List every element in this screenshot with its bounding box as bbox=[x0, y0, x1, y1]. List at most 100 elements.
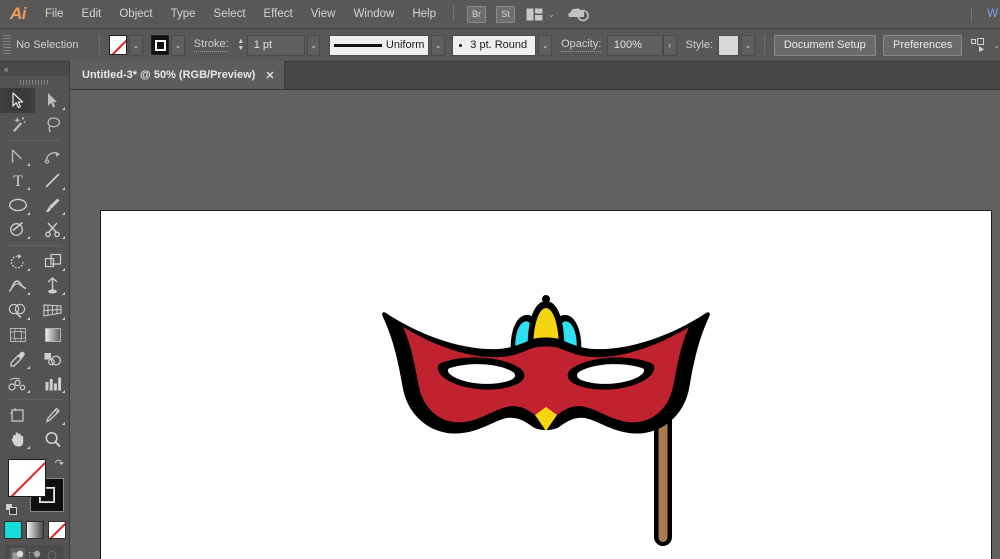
preferences-button[interactable]: Preferences bbox=[883, 35, 962, 56]
tool-menu-indicator-icon bbox=[27, 446, 30, 449]
line-segment-tool[interactable] bbox=[35, 169, 70, 194]
rotate-tool[interactable] bbox=[0, 249, 35, 274]
stroke-weight-stepper[interactable]: ▲▼ bbox=[236, 35, 246, 56]
eyedropper-tool[interactable] bbox=[0, 347, 35, 372]
tool-group-draw: T bbox=[0, 144, 69, 242]
bridge-button[interactable]: Br bbox=[467, 6, 486, 23]
menu-effect[interactable]: Effect bbox=[255, 0, 302, 29]
paintbrush-tool[interactable] bbox=[35, 193, 70, 218]
opacity-options-arrow-icon[interactable]: › bbox=[663, 35, 677, 56]
default-fill-stroke-icon[interactable] bbox=[5, 503, 18, 516]
color-button[interactable] bbox=[4, 521, 22, 539]
blend-tool[interactable] bbox=[35, 347, 70, 372]
ellipse-tool[interactable] bbox=[0, 193, 35, 218]
shape-builder-tool[interactable] bbox=[0, 298, 35, 323]
free-transform-tool[interactable] bbox=[35, 274, 70, 299]
control-bar-grip[interactable] bbox=[3, 35, 11, 55]
perspective-grid-tool[interactable] bbox=[35, 298, 70, 323]
menu-select[interactable]: Select bbox=[205, 0, 255, 29]
document-tab-bar: Untitled-3* @ 50% (RGB/Preview) ✕ bbox=[70, 62, 1000, 90]
artboard-tool[interactable] bbox=[0, 403, 35, 428]
gradient-tool[interactable] bbox=[35, 323, 70, 348]
stroke-profile-label: Uniform bbox=[386, 39, 425, 51]
stroke-profile-select[interactable]: Uniform bbox=[329, 35, 429, 56]
swap-fill-stroke-icon[interactable]: ↷ bbox=[55, 457, 64, 470]
menu-view[interactable]: View bbox=[302, 0, 345, 29]
chevron-down-icon[interactable]: ⌄ bbox=[548, 10, 555, 19]
tools-panel-collapse-button[interactable]: « bbox=[0, 62, 69, 76]
stock-button[interactable]: St bbox=[496, 6, 515, 23]
gradient-button[interactable] bbox=[26, 521, 44, 539]
stroke-profile-chevron-icon[interactable]: ⌄ bbox=[431, 35, 445, 56]
draw-inside-button[interactable] bbox=[44, 548, 59, 559]
brush-definition-chevron-icon[interactable]: ⌄ bbox=[538, 35, 552, 56]
shaper-tool[interactable] bbox=[0, 218, 35, 243]
menu-help[interactable]: Help bbox=[403, 0, 445, 29]
carnival-mask-on-stick-artwork[interactable] bbox=[381, 291, 711, 559]
artboard[interactable] bbox=[100, 210, 992, 559]
curvature-tool[interactable] bbox=[35, 144, 70, 169]
draw-normal-button[interactable] bbox=[10, 548, 25, 559]
control-bar: No Selection ⌄ ⌄ Stroke: ▲▼ 1 pt ⌄ Unifo… bbox=[0, 29, 1000, 62]
tool-divider-1 bbox=[8, 140, 61, 141]
style-chevron-icon[interactable]: ⌄ bbox=[741, 35, 755, 56]
double-chevron-left-icon: « bbox=[4, 65, 7, 74]
tool-group-navigation bbox=[0, 403, 69, 452]
scissors-tool[interactable] bbox=[35, 218, 70, 243]
tool-menu-indicator-icon bbox=[62, 292, 65, 295]
tool-menu-indicator-icon bbox=[62, 212, 65, 215]
pen-tool[interactable] bbox=[0, 144, 35, 169]
graphic-style-swatch[interactable] bbox=[718, 35, 739, 56]
workspace-switcher-icon[interactable]: ⌄ bbox=[526, 8, 555, 21]
brush-definition-label: 3 pt. Round bbox=[470, 39, 527, 51]
opacity-field[interactable]: 100% bbox=[607, 35, 663, 56]
menu-bar: Ai File Edit Object Type Select Effect V… bbox=[0, 0, 1000, 29]
fill-color-swatch[interactable] bbox=[109, 35, 127, 55]
tool-menu-indicator-icon bbox=[27, 268, 30, 271]
fill-stroke-indicator: ↷ bbox=[0, 456, 69, 518]
menu-file[interactable]: File bbox=[36, 0, 73, 29]
canvas-area[interactable] bbox=[70, 90, 1000, 559]
opacity-label: Opacity: bbox=[561, 38, 601, 52]
close-icon[interactable]: ✕ bbox=[265, 69, 274, 82]
tool-menu-indicator-icon bbox=[27, 390, 30, 393]
drawing-mode-buttons bbox=[6, 545, 63, 559]
magic-wand-tool[interactable] bbox=[0, 113, 35, 138]
scale-tool[interactable] bbox=[35, 249, 70, 274]
brush-definition-select[interactable]: 3 pt. Round bbox=[452, 35, 536, 56]
menu-type[interactable]: Type bbox=[162, 0, 205, 29]
stroke-weight-chevron-icon[interactable]: ⌄ bbox=[307, 35, 321, 56]
edge-panel-label[interactable]: W bbox=[987, 0, 998, 29]
fill-swatch-large[interactable] bbox=[8, 459, 46, 497]
tool-divider-2 bbox=[8, 245, 61, 246]
align-chevron-down-icon[interactable]: ⌄ bbox=[993, 41, 1000, 50]
slice-tool[interactable] bbox=[35, 403, 70, 428]
zoom-tool[interactable] bbox=[35, 428, 70, 453]
profile-preview-icon bbox=[334, 44, 381, 47]
menu-object[interactable]: Object bbox=[110, 0, 161, 29]
width-tool[interactable] bbox=[0, 274, 35, 299]
style-label: Style: bbox=[685, 39, 713, 51]
draw-behind-button[interactable] bbox=[27, 548, 42, 559]
document-tab[interactable]: Untitled-3* @ 50% (RGB/Preview) ✕ bbox=[70, 61, 285, 89]
tools-panel-grip[interactable] bbox=[0, 76, 69, 88]
selection-tool[interactable] bbox=[0, 88, 35, 113]
type-tool[interactable]: T bbox=[0, 169, 35, 194]
symbol-sprayer-tool[interactable] bbox=[0, 372, 35, 397]
document-setup-button[interactable]: Document Setup bbox=[774, 35, 876, 56]
stroke-color-swatch[interactable] bbox=[151, 35, 169, 55]
none-button[interactable] bbox=[48, 521, 66, 539]
column-graph-tool[interactable] bbox=[35, 372, 70, 397]
mesh-tool[interactable] bbox=[0, 323, 35, 348]
creative-cloud-sync-icon[interactable] bbox=[567, 6, 589, 22]
align-objects-icon[interactable]: ⌄ bbox=[971, 38, 1000, 53]
tool-menu-indicator-icon bbox=[27, 187, 30, 190]
lasso-tool[interactable] bbox=[35, 113, 70, 138]
direct-selection-tool[interactable] bbox=[35, 88, 70, 113]
fill-dropdown-chevron-icon[interactable]: ⌄ bbox=[129, 35, 143, 56]
stroke-dropdown-chevron-icon[interactable]: ⌄ bbox=[171, 35, 185, 56]
menu-window[interactable]: Window bbox=[344, 0, 403, 29]
stroke-weight-field[interactable]: 1 pt bbox=[247, 35, 305, 56]
hand-tool[interactable] bbox=[0, 428, 35, 453]
menu-edit[interactable]: Edit bbox=[73, 0, 111, 29]
